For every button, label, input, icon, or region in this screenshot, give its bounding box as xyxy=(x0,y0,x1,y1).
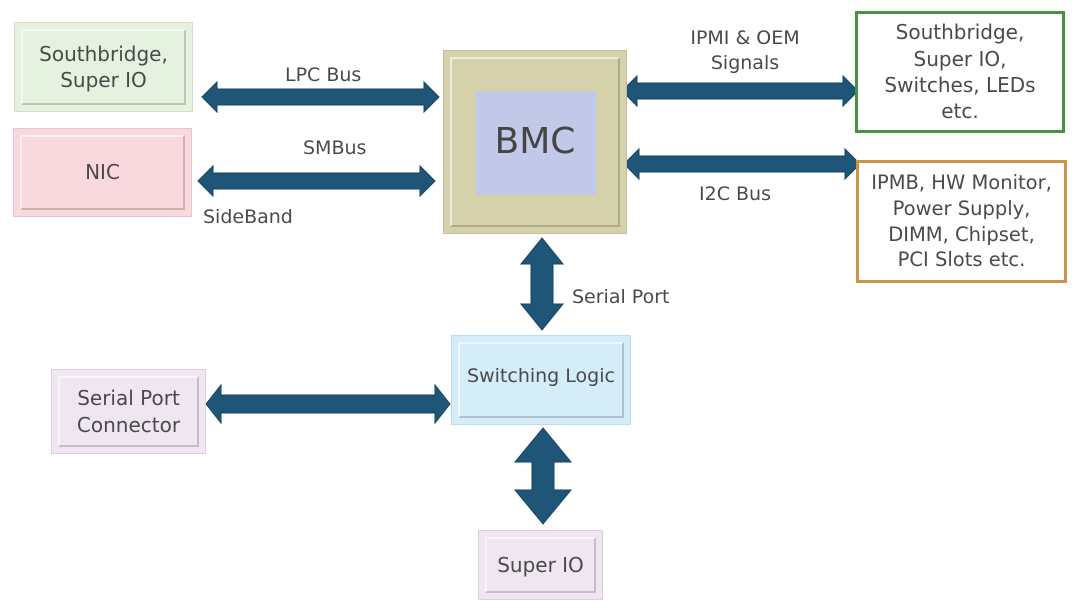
node-southbridge-super-io-left: Southbridge, Super IO xyxy=(14,22,193,112)
node-label: BMC xyxy=(494,121,576,163)
node-southbridge-super-io-switches-leds: Southbridge, Super IO, Switches, LEDs et… xyxy=(855,11,1065,133)
edge-label-smbus: SMBus xyxy=(303,137,367,159)
edge-label-ipmi-oem-signals: IPMI & OEM Signals xyxy=(690,27,800,74)
node-label: Southbridge, Super IO xyxy=(39,41,168,92)
node-label: Switching Logic xyxy=(467,365,615,388)
edge-label-i2c-bus: I2C Bus xyxy=(699,183,771,205)
node-label: Southbridge, Super IO, Switches, LEDs et… xyxy=(884,20,1036,124)
edge-label-lpc-bus: LPC Bus xyxy=(285,64,362,86)
arrow-ipmi-oem-signals xyxy=(621,74,859,108)
arrow-super-io xyxy=(513,427,573,525)
node-super-io-bottom: Super IO xyxy=(478,530,603,600)
arrow-serial-port xyxy=(519,237,565,331)
node-serial-port-connector: Serial Port Connector xyxy=(51,369,206,454)
edge-label-sideband: SideBand xyxy=(203,206,293,228)
node-bmc: BMC xyxy=(443,50,627,234)
node-switching-logic: Switching Logic xyxy=(451,335,631,425)
node-label: Serial Port Connector xyxy=(76,386,181,437)
node-label: NIC xyxy=(85,160,120,185)
node-label: IPMB, HW Monitor, Power Supply, DIMM, Ch… xyxy=(871,171,1052,272)
arrow-serial-connector xyxy=(205,383,451,425)
arrow-smbus xyxy=(197,164,436,198)
node-ipmb-hw-monitor: IPMB, HW Monitor, Power Supply, DIMM, Ch… xyxy=(856,160,1067,283)
arrow-i2c-bus xyxy=(623,147,861,181)
node-label: Super IO xyxy=(497,552,584,577)
node-nic: NIC xyxy=(13,128,192,217)
edge-label-serial-port: Serial Port xyxy=(572,286,670,308)
